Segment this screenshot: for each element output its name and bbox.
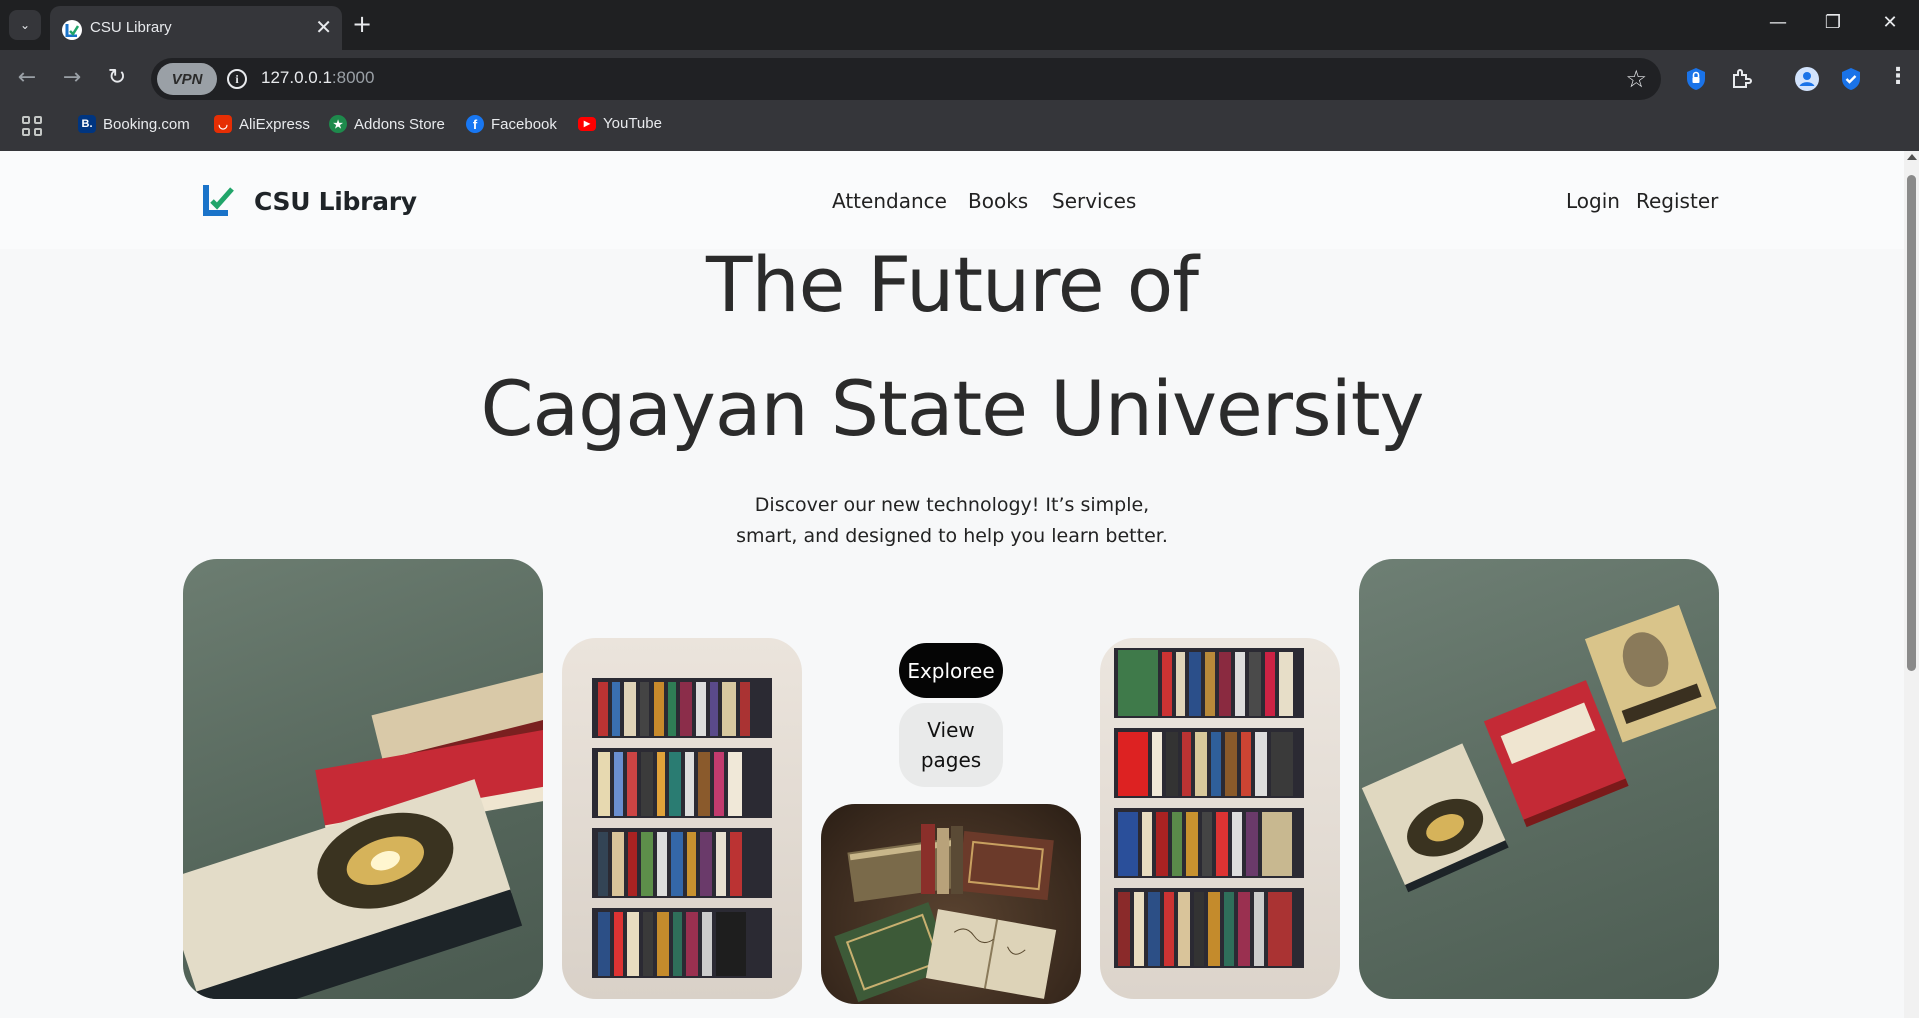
facebook-icon: f [466, 115, 484, 133]
vpn-badge[interactable]: VPN [157, 63, 217, 95]
extensions-puzzle-icon[interactable] [1729, 66, 1755, 92]
hero-subtitle-line-1: Discover our new technology! It’s simple… [754, 494, 1150, 516]
page-scrollbar[interactable] [1904, 151, 1919, 1018]
bookmark-label: Addons Store [354, 115, 445, 133]
page-viewport: CSU Library Attendance Books Services Lo… [0, 151, 1904, 1018]
hero-title-line-2: Cagayan State University [480, 364, 1424, 453]
site-favicon-icon [62, 20, 82, 40]
browser-toolbar: ← → ↻ VPN i 127.0.0.1:8000 ☆ [0, 50, 1919, 106]
bookmark-label: YouTube [603, 115, 662, 132]
bookmark-youtube[interactable]: ▶ YouTube [578, 115, 662, 132]
csu-library-logo-icon[interactable] [202, 183, 234, 217]
hero-title-line-1: The Future of [706, 240, 1199, 329]
nav-attendance[interactable]: Attendance [832, 189, 947, 213]
password-manager-extension-icon[interactable] [1683, 66, 1709, 92]
address-bar[interactable]: VPN i 127.0.0.1:8000 ☆ [151, 58, 1661, 100]
scroll-up-arrow-icon[interactable] [1907, 154, 1917, 160]
scrollbar-thumb[interactable] [1907, 175, 1916, 671]
bookmark-addons-store[interactable]: ★ Addons Store [329, 115, 445, 133]
url-host: 127.0.0.1 [261, 68, 332, 87]
three-books-image [1359, 559, 1719, 999]
url-text[interactable]: 127.0.0.1:8000 [261, 68, 374, 88]
aliexpress-icon: ◡ [214, 115, 232, 133]
reload-icon[interactable]: ↻ [101, 63, 133, 93]
close-window-icon[interactable]: ✕ [1870, 11, 1910, 35]
addons-store-icon: ★ [329, 115, 347, 133]
bookmark-label: Facebook [491, 115, 557, 133]
browser-tab-strip: ⌄ CSU Library ✕ + — ❐ ✕ [0, 0, 1919, 50]
chevron-down-icon: ⌄ [19, 18, 31, 32]
nav-services[interactable]: Services [1052, 189, 1136, 213]
apps-grid-icon[interactable] [22, 116, 42, 136]
new-tab-button[interactable]: + [352, 10, 372, 38]
profile-avatar-icon[interactable] [1794, 66, 1820, 92]
tab-title: CSU Library [90, 19, 172, 36]
view-pages-button[interactable]: View pages [899, 703, 1003, 787]
bookmark-aliexpress[interactable]: ◡ AliExpress [214, 115, 310, 133]
antique-books-image [821, 804, 1081, 1004]
bookmark-label: Booking.com [103, 115, 190, 133]
bookmark-facebook[interactable]: f Facebook [466, 115, 557, 133]
bookshelf-image-2 [1100, 638, 1340, 999]
site-brand[interactable]: CSU Library [254, 187, 417, 216]
back-icon[interactable]: ← [11, 63, 43, 93]
books-stack-image [183, 559, 543, 999]
booking-icon: B. [78, 115, 96, 133]
security-shield-extension-icon[interactable] [1838, 66, 1864, 92]
browser-menu-icon[interactable]: ⋮ [1887, 64, 1909, 90]
tab-search-menu-button[interactable]: ⌄ [9, 10, 41, 40]
restore-window-icon[interactable]: ❐ [1813, 11, 1853, 35]
explore-button[interactable]: Exploree [899, 643, 1003, 698]
nav-register[interactable]: Register [1636, 189, 1718, 213]
hero-subtitle-line-2: smart, and designed to help you learn be… [736, 525, 1168, 547]
bookmark-star-icon[interactable]: ☆ [1625, 65, 1647, 93]
url-port: :8000 [331, 68, 375, 87]
minimize-window-icon[interactable]: — [1758, 11, 1798, 35]
bookmark-label: AliExpress [239, 115, 310, 133]
bookshelf-image-1 [562, 638, 802, 999]
bookmark-booking[interactable]: B. Booking.com [78, 115, 190, 133]
vpn-label: VPN [171, 70, 203, 88]
site-header: CSU Library Attendance Books Services Lo… [0, 151, 1904, 249]
tab-close-icon[interactable]: ✕ [315, 17, 332, 37]
nav-books[interactable]: Books [968, 189, 1028, 213]
bookmarks-bar: B. Booking.com ◡ AliExpress ★ Addons Sto… [0, 106, 1919, 151]
youtube-icon: ▶ [578, 116, 596, 131]
browser-tab-active[interactable]: CSU Library ✕ [50, 6, 342, 50]
nav-login[interactable]: Login [1566, 189, 1620, 213]
forward-icon[interactable]: → [56, 63, 88, 93]
site-info-icon[interactable]: i [227, 69, 247, 89]
